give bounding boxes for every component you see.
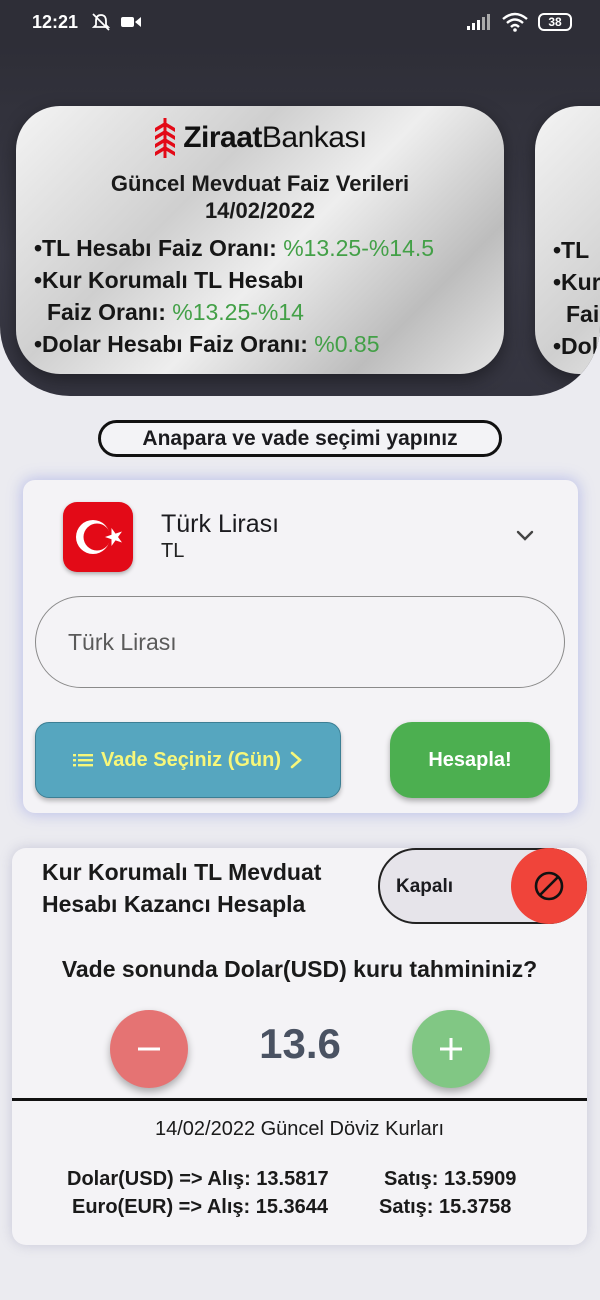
fx-rates-title: 14/02/2022 Güncel Döviz Kurları (154, 1118, 445, 1140)
wifi-icon (502, 12, 528, 32)
peek-line: •TL (553, 237, 590, 263)
list-icon (72, 754, 93, 767)
tl-rate-value: %13.25-%14.5 (283, 235, 435, 261)
video-icon (121, 17, 142, 27)
bank-logo: ZiraatBankası (16, 116, 504, 160)
hesapla-button[interactable]: Hesapla! (390, 722, 550, 798)
block-icon (534, 871, 564, 901)
plus-icon (440, 1038, 462, 1060)
kur-korumali-rate-line: •Kur Korumalı TL Hesabı (34, 267, 304, 293)
usd-buy-rate: Dolar(USD) => Alış: 13.5817 (67, 1168, 329, 1190)
minus-icon (138, 1047, 160, 1051)
chevron-down-icon[interactable] (514, 525, 536, 547)
currency-card: Türk Lirası TL Vade Seçiniz (Gün) Hesapl… (23, 480, 578, 813)
ziraat-logo-icon (155, 118, 176, 158)
increase-button[interactable] (412, 1010, 490, 1088)
instruction-label: Anapara ve vade seçimi yapınız (98, 420, 502, 457)
toggle-knob[interactable] (511, 848, 587, 924)
rate-card-title: Güncel Mevduat Faiz Verileri (110, 171, 410, 196)
eur-buy-rate: Euro(EUR) => Alış: 15.3644 (72, 1196, 329, 1218)
kur-korumali-toggle[interactable]: Kapalı (378, 848, 587, 924)
currency-code: TL (161, 540, 185, 562)
usd-sell-rate: Satış: 13.5909 (384, 1168, 517, 1190)
vade-select-button[interactable]: Vade Seçiniz (Gün) (35, 722, 341, 798)
usd-estimate-question: Vade sonunda Dolar(USD) kuru tahmininiz? (61, 956, 538, 982)
chevron-right-icon (290, 751, 302, 769)
battery-icon: 38 (538, 13, 572, 31)
vade-select-label: Vade Seçiniz (Gün) (100, 748, 282, 771)
peek-line: Fai (566, 301, 600, 327)
rate-card-next[interactable]: •TL •Kur Fai •Dol (535, 106, 600, 374)
rate-card-date: 14/02/2022 (204, 198, 316, 223)
tl-rate-line: •TL Hesabı Faiz Oranı: %13.25-%14.5 (34, 235, 435, 261)
mute-icon (91, 13, 111, 31)
kur-korumali-card: Kur Korumalı TL Mevduat Hesabı Kazancı H… (12, 848, 587, 1245)
amount-input[interactable] (35, 596, 565, 688)
dolar-rate-value: %0.85 (314, 331, 380, 357)
toggle-label: Kapalı (396, 876, 454, 897)
dolar-rate-line: •Dolar Hesabı Faiz Oranı: %0.85 (34, 331, 380, 357)
status-time: 12:21 (32, 11, 79, 32)
decrease-button[interactable] (110, 1010, 188, 1088)
peek-line: •Dol (553, 333, 599, 359)
bank-name: ZiraatBankası (183, 121, 367, 154)
kur-korumali-title: Kur Korumalı TL Mevduat Hesabı Kazancı H… (42, 859, 322, 917)
eur-sell-rate: Satış: 15.3758 (379, 1196, 512, 1218)
usd-estimate-value: 13.6 (259, 1020, 341, 1067)
kur-korumali-rate-line-2: Faiz Oranı: %13.25-%14 (47, 299, 304, 325)
rate-card[interactable]: ZiraatBankası Güncel Mevduat Faiz Verile… (16, 106, 504, 374)
currency-name[interactable]: Türk Lirası (161, 510, 279, 539)
turkish-flag-icon (63, 502, 133, 572)
divider (12, 1098, 587, 1101)
status-bar: 12:21 38 (0, 0, 600, 44)
peek-line: •Kur (553, 269, 600, 295)
rates-carousel[interactable]: ZiraatBankası Güncel Mevduat Faiz Verile… (0, 44, 600, 396)
kur-korumali-rate-value: %13.25-%14 (172, 299, 304, 325)
signal-icon (467, 14, 490, 30)
